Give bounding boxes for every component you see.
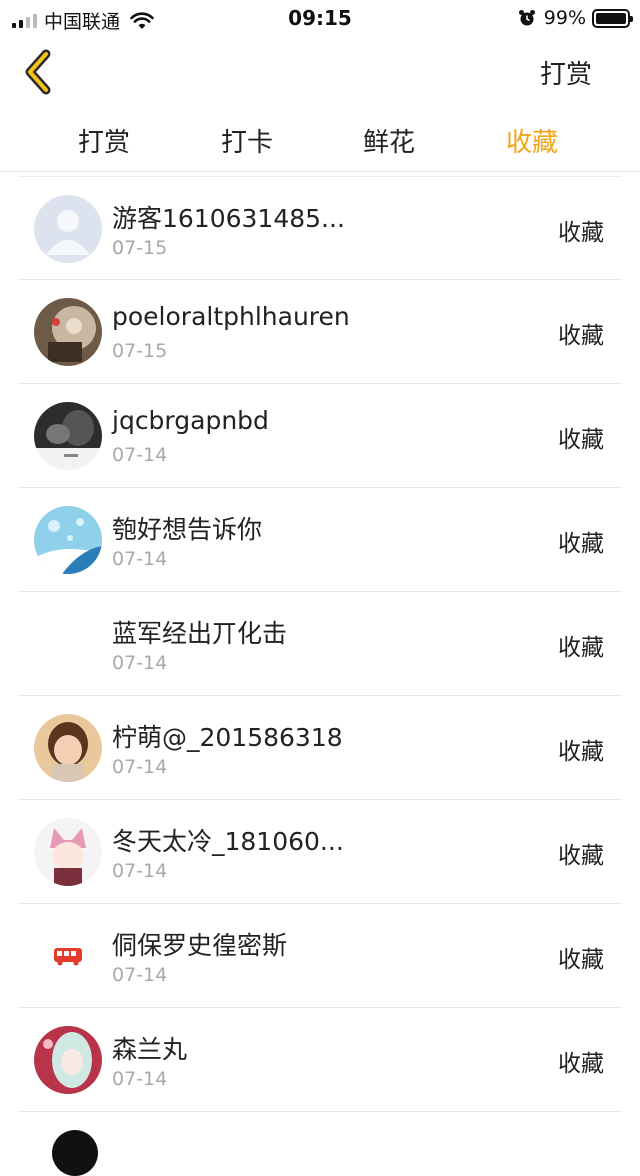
list-item[interactable]: 游客1610631485... 07-15 收藏 bbox=[18, 176, 622, 280]
tab-flowers[interactable]: 鲜花 bbox=[363, 122, 415, 159]
item-date: 07-14 bbox=[112, 548, 168, 570]
favorite-label[interactable]: 收藏 bbox=[558, 420, 604, 454]
battery-percent: 99% bbox=[543, 7, 586, 29]
item-date: 07-14 bbox=[112, 756, 168, 778]
back-button[interactable] bbox=[20, 48, 64, 98]
item-date: 07-14 bbox=[112, 652, 168, 674]
nav-bar: 打赏 bbox=[0, 36, 640, 108]
favorite-label[interactable]: 收藏 bbox=[558, 940, 604, 974]
item-date: 07-14 bbox=[112, 444, 168, 466]
user-avatar bbox=[34, 818, 102, 886]
item-date: 07-15 bbox=[112, 340, 168, 362]
list-item[interactable]: 森兰丸 07-14 收藏 bbox=[18, 1008, 622, 1112]
reward-button[interactable]: 打赏 bbox=[540, 54, 592, 91]
favorite-label[interactable]: 收藏 bbox=[558, 836, 604, 870]
item-date: 07-14 bbox=[112, 964, 168, 986]
user-name: 冬天太冷_181060... bbox=[112, 827, 344, 856]
partial-avatar bbox=[52, 1130, 98, 1176]
item-date: 07-15 bbox=[112, 237, 168, 259]
favorite-label[interactable]: 收藏 bbox=[558, 316, 604, 350]
user-avatar bbox=[34, 714, 102, 782]
user-name: jqcbrgapnbd bbox=[112, 406, 269, 435]
tab-favorites[interactable]: 收藏 bbox=[506, 122, 558, 159]
favorite-label[interactable]: 收藏 bbox=[558, 524, 604, 558]
tab-bar: 打赏 打卡 鲜花 收藏 bbox=[0, 108, 640, 172]
empty-avatar bbox=[34, 610, 102, 678]
battery-icon bbox=[592, 8, 633, 28]
default-avatar-icon bbox=[34, 195, 102, 263]
list-item[interactable]: 冬天太冷_181060... 07-14 收藏 bbox=[18, 800, 622, 904]
user-name: poeloraltphlhauren bbox=[112, 302, 350, 331]
user-name: 匏好想告诉你 bbox=[112, 515, 263, 544]
user-avatar bbox=[34, 298, 102, 366]
favorite-label[interactable]: 收藏 bbox=[558, 732, 604, 766]
list-item[interactable]: 匏好想告诉你 07-14 收藏 bbox=[18, 488, 622, 592]
favorite-label[interactable]: 收藏 bbox=[558, 213, 604, 247]
item-date: 07-14 bbox=[112, 1068, 168, 1090]
status-bar: 中国联通 09:15 99% bbox=[0, 0, 640, 36]
alarm-icon bbox=[518, 10, 535, 26]
list-item[interactable]: 柠萌@_201586318 07-14 收藏 bbox=[18, 696, 622, 800]
item-date: 07-14 bbox=[112, 860, 168, 882]
list-item[interactable]: poeloraltphlhauren 07-15 收藏 bbox=[18, 280, 622, 384]
list-item[interactable]: 蓝军经出丌化击 07-14 收藏 bbox=[18, 592, 622, 696]
user-name: 柠萌@_201586318 bbox=[112, 723, 343, 752]
favorites-list: 游客1610631485... 07-15 收藏 poeloraltphlhau… bbox=[0, 176, 640, 1112]
user-name: 侗保罗史徨密斯 bbox=[112, 931, 288, 960]
bus-icon bbox=[34, 922, 102, 990]
user-name: 蓝军经出丌化击 bbox=[112, 619, 288, 648]
user-avatar bbox=[34, 506, 102, 574]
user-name: 游客1610631485... bbox=[112, 204, 345, 233]
tab-checkin[interactable]: 打卡 bbox=[221, 122, 273, 159]
user-avatar bbox=[34, 1026, 102, 1094]
chevron-left-icon bbox=[25, 49, 51, 95]
user-name: 森兰丸 bbox=[112, 1035, 188, 1064]
list-item[interactable]: 侗保罗史徨密斯 07-14 收藏 bbox=[18, 904, 622, 1008]
favorite-label[interactable]: 收藏 bbox=[558, 1044, 604, 1078]
favorite-label[interactable]: 收藏 bbox=[558, 628, 604, 662]
status-right: 99% bbox=[518, 7, 633, 29]
tab-reward[interactable]: 打赏 bbox=[78, 122, 130, 159]
list-item[interactable]: jqcbrgapnbd 07-14 收藏 bbox=[18, 384, 622, 488]
user-avatar bbox=[34, 402, 102, 470]
